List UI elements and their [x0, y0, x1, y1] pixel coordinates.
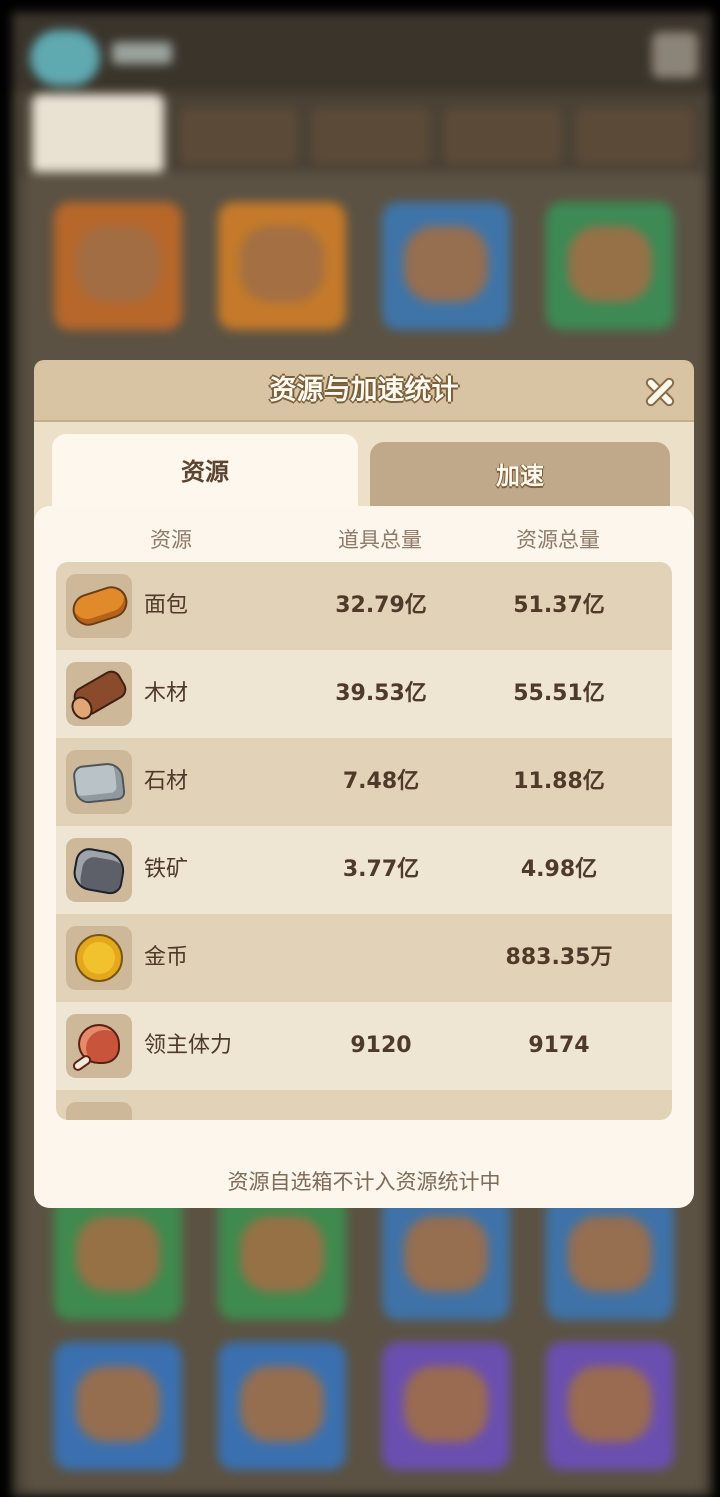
- resource-stats-modal: 资源与加速统计 资源 加速 资源 道具总量 资源总量 面包 32.79亿 51.…: [34, 360, 694, 1208]
- item-total-value: 9120: [350, 1033, 412, 1058]
- resource-total-value: 4.98亿: [520, 857, 598, 882]
- resource-total-value: 11.88亿: [513, 769, 605, 794]
- background-tab: [312, 108, 430, 164]
- footer-note: 资源自选箱不计入资源统计中: [227, 1170, 501, 1194]
- column-header-resource-total: 资源总量: [516, 528, 600, 552]
- item-total-value: 39.53亿: [335, 681, 427, 706]
- tab-resources[interactable]: 资源: [52, 434, 358, 516]
- background-tab: [180, 108, 298, 164]
- table-row: 石材 7.48亿 11.88亿: [56, 738, 672, 826]
- resource-name: 金币: [144, 945, 189, 970]
- resources-panel: 资源 道具总量 资源总量 面包 32.79亿 51.37亿 木材 39.53亿 …: [34, 506, 694, 1208]
- table-row: 领主体力 9120 9174: [56, 1002, 672, 1090]
- resource-name: 木材: [144, 681, 189, 706]
- wood-icon: [66, 662, 132, 726]
- background-tab: [576, 108, 694, 164]
- modal-body: 资源 加速 资源 道具总量 资源总量 面包 32.79亿 51.37亿 木材 3…: [34, 422, 694, 1208]
- item-total-value: 7.48亿: [342, 769, 420, 794]
- resource-name: 面包: [144, 593, 189, 618]
- column-header-resource: 资源: [150, 528, 192, 552]
- item-total-value: 32.79亿: [335, 593, 427, 618]
- table-row-partial: [56, 1090, 672, 1120]
- stone-icon: [66, 750, 132, 814]
- table-row: 木材 39.53亿 55.51亿: [56, 650, 672, 738]
- background-item-card: [218, 1192, 346, 1320]
- background-item-card: [218, 202, 346, 330]
- item-icon: [66, 1102, 132, 1120]
- resource-total-value: 55.51亿: [513, 681, 605, 706]
- resource-total-value: 883.35万: [505, 945, 613, 970]
- resource-name: 铁矿: [144, 857, 189, 882]
- background-item-card: [54, 202, 182, 330]
- modal-title: 资源与加速统计: [269, 375, 459, 406]
- gold-coin-icon: [66, 926, 132, 990]
- resource-total-value: 9174: [528, 1033, 590, 1058]
- table-row: 面包 32.79亿 51.37亿: [56, 562, 672, 650]
- table-row: 金币 883.35万: [56, 914, 672, 1002]
- bread-icon: [66, 574, 132, 638]
- background-menu-icon: [652, 32, 698, 78]
- resource-list[interactable]: 面包 32.79亿 51.37亿 木材 39.53亿 55.51亿 石材 7.4…: [56, 562, 672, 1120]
- background-item-card: [382, 202, 510, 330]
- background-logo: [30, 30, 100, 86]
- background-item-card: [54, 1192, 182, 1320]
- background-item-card: [546, 1342, 674, 1470]
- item-total-value: 3.77亿: [342, 857, 420, 882]
- resource-name: 领主体力: [144, 1033, 233, 1058]
- background-item-card: [54, 1342, 182, 1470]
- background-tab: [32, 94, 164, 174]
- background-item-card: [546, 202, 674, 330]
- tab-boost[interactable]: 加速: [370, 442, 670, 512]
- iron-ore-icon: [66, 838, 132, 902]
- background-logo-text: [112, 42, 172, 64]
- background-item-card: [546, 1192, 674, 1320]
- resource-total-value: 51.37亿: [513, 593, 605, 618]
- background-item-card: [382, 1192, 510, 1320]
- background-item-card: [218, 1342, 346, 1470]
- background-tab: [444, 108, 562, 164]
- close-button[interactable]: [640, 372, 680, 412]
- background-item-card: [382, 1342, 510, 1470]
- meat-icon: [66, 1014, 132, 1078]
- column-header-item-total: 道具总量: [338, 528, 422, 552]
- table-row: 铁矿 3.77亿 4.98亿: [56, 826, 672, 914]
- resource-name: 石材: [144, 769, 189, 794]
